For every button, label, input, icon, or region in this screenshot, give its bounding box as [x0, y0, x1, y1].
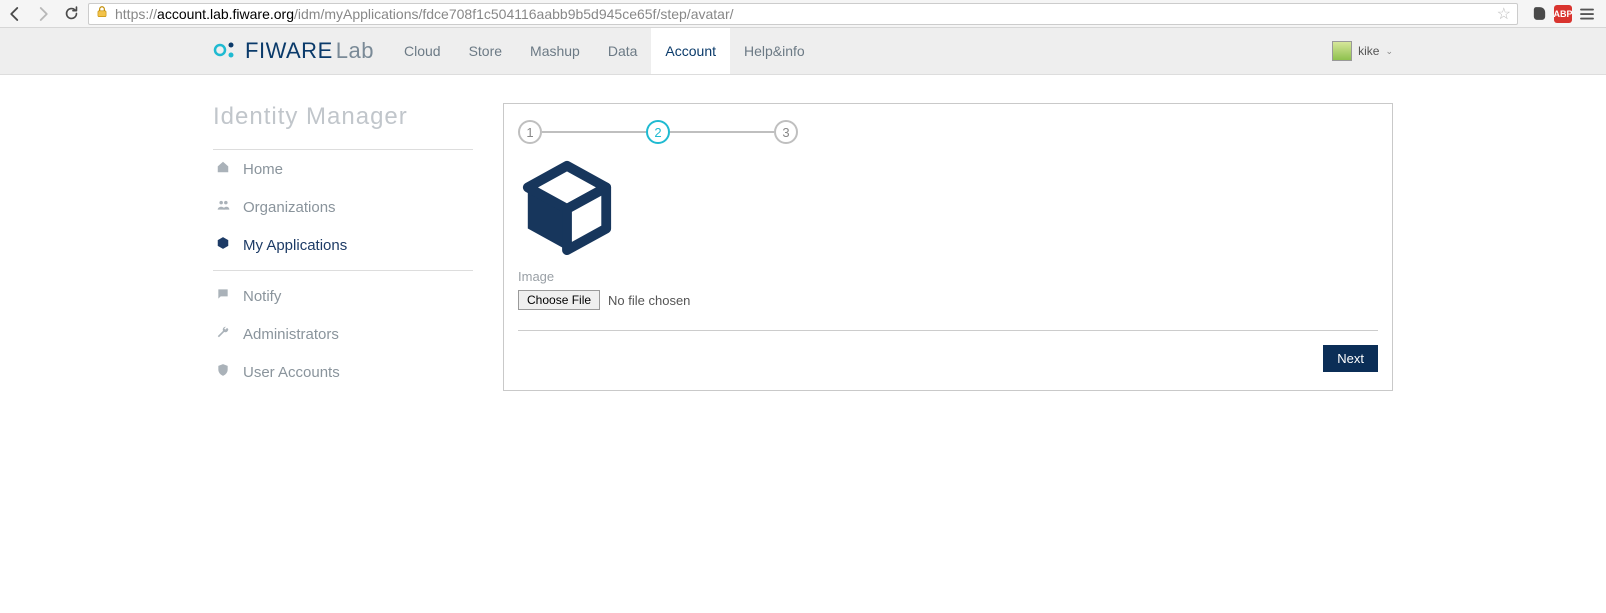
sidebar-item-label: Home	[243, 161, 283, 178]
forward-icon[interactable]	[34, 5, 52, 23]
reload-icon[interactable]	[62, 5, 80, 23]
chat-icon	[215, 287, 231, 305]
url-text: https://account.lab.fiware.org/idm/myApp…	[115, 6, 1491, 22]
back-icon[interactable]	[6, 5, 24, 23]
nav-account[interactable]: Account	[651, 28, 730, 74]
user-menu[interactable]: kike ⌄	[1332, 41, 1393, 61]
sidebar-item-administrators[interactable]: Administrators	[213, 315, 473, 353]
sidebar-item-my-applications[interactable]: My Applications	[213, 226, 473, 264]
sidebar-item-notify[interactable]: Notify	[213, 277, 473, 315]
nav-links: Cloud Store Mashup Data Account Help&inf…	[390, 28, 819, 74]
top-navbar: FIWARELab Cloud Store Mashup Data Accoun…	[0, 28, 1606, 75]
fiware-logo[interactable]: FIWARELab	[213, 37, 374, 66]
browser-extensions: ABP	[1526, 5, 1600, 23]
file-input-row: Choose File No file chosen	[518, 290, 1378, 331]
nav-data[interactable]: Data	[594, 28, 652, 74]
file-status: No file chosen	[608, 293, 690, 308]
step-2[interactable]: 2	[646, 120, 670, 144]
people-icon	[215, 198, 231, 216]
sidebar-item-label: Administrators	[243, 326, 339, 343]
chevron-down-icon: ⌄	[1385, 46, 1393, 57]
sidebar-item-label: User Accounts	[243, 364, 340, 381]
image-label: Image	[518, 269, 1378, 284]
sidebar-separator	[213, 270, 473, 271]
step-line	[670, 131, 774, 133]
url-bar[interactable]: https://account.lab.fiware.org/idm/myApp…	[88, 3, 1518, 25]
evernote-icon[interactable]	[1530, 5, 1548, 23]
sidebar-item-organizations[interactable]: Organizations	[213, 188, 473, 226]
stepper: 1 2 3	[518, 120, 1378, 144]
nav-store[interactable]: Store	[455, 28, 516, 74]
sidebar-item-label: Notify	[243, 288, 281, 305]
step-1[interactable]: 1	[518, 120, 542, 144]
logo-text-lab: Lab	[336, 38, 374, 63]
sidebar-item-label: Organizations	[243, 199, 336, 216]
step-3[interactable]: 3	[774, 120, 798, 144]
logo-text-ware: WARE	[266, 38, 333, 63]
sidebar-item-home[interactable]: Home	[213, 150, 473, 188]
next-button[interactable]: Next	[1323, 345, 1378, 372]
username: kike	[1358, 44, 1379, 58]
nav-mashup[interactable]: Mashup	[516, 28, 594, 74]
browser-bar: https://account.lab.fiware.org/idm/myApp…	[0, 0, 1606, 28]
nav-help[interactable]: Help&info	[730, 28, 819, 74]
logo-mark-icon	[213, 37, 239, 66]
nav-cloud[interactable]: Cloud	[390, 28, 455, 74]
sidebar-title: Identity Manager	[213, 103, 473, 131]
step-line	[542, 131, 646, 133]
shield-icon	[215, 363, 231, 381]
avatar	[1332, 41, 1352, 61]
sidebar: Identity Manager Home Organizations My A…	[213, 103, 473, 391]
menu-icon[interactable]	[1578, 5, 1596, 23]
logo-text-fi: FI	[245, 38, 266, 63]
sidebar-item-user-accounts[interactable]: User Accounts	[213, 353, 473, 391]
lock-icon	[95, 5, 109, 22]
browser-nav-buttons	[6, 5, 80, 23]
choose-file-button[interactable]: Choose File	[518, 290, 600, 310]
bookmark-star-icon[interactable]: ☆	[1497, 4, 1511, 24]
wrench-icon	[215, 325, 231, 343]
app-image-preview	[518, 158, 1378, 259]
cube-icon	[215, 236, 231, 254]
adblock-icon[interactable]: ABP	[1554, 5, 1572, 23]
main-panel: 1 2 3 Image Choose File No file chosen N…	[503, 103, 1393, 391]
sidebar-item-label: My Applications	[243, 237, 347, 254]
home-icon	[215, 160, 231, 178]
